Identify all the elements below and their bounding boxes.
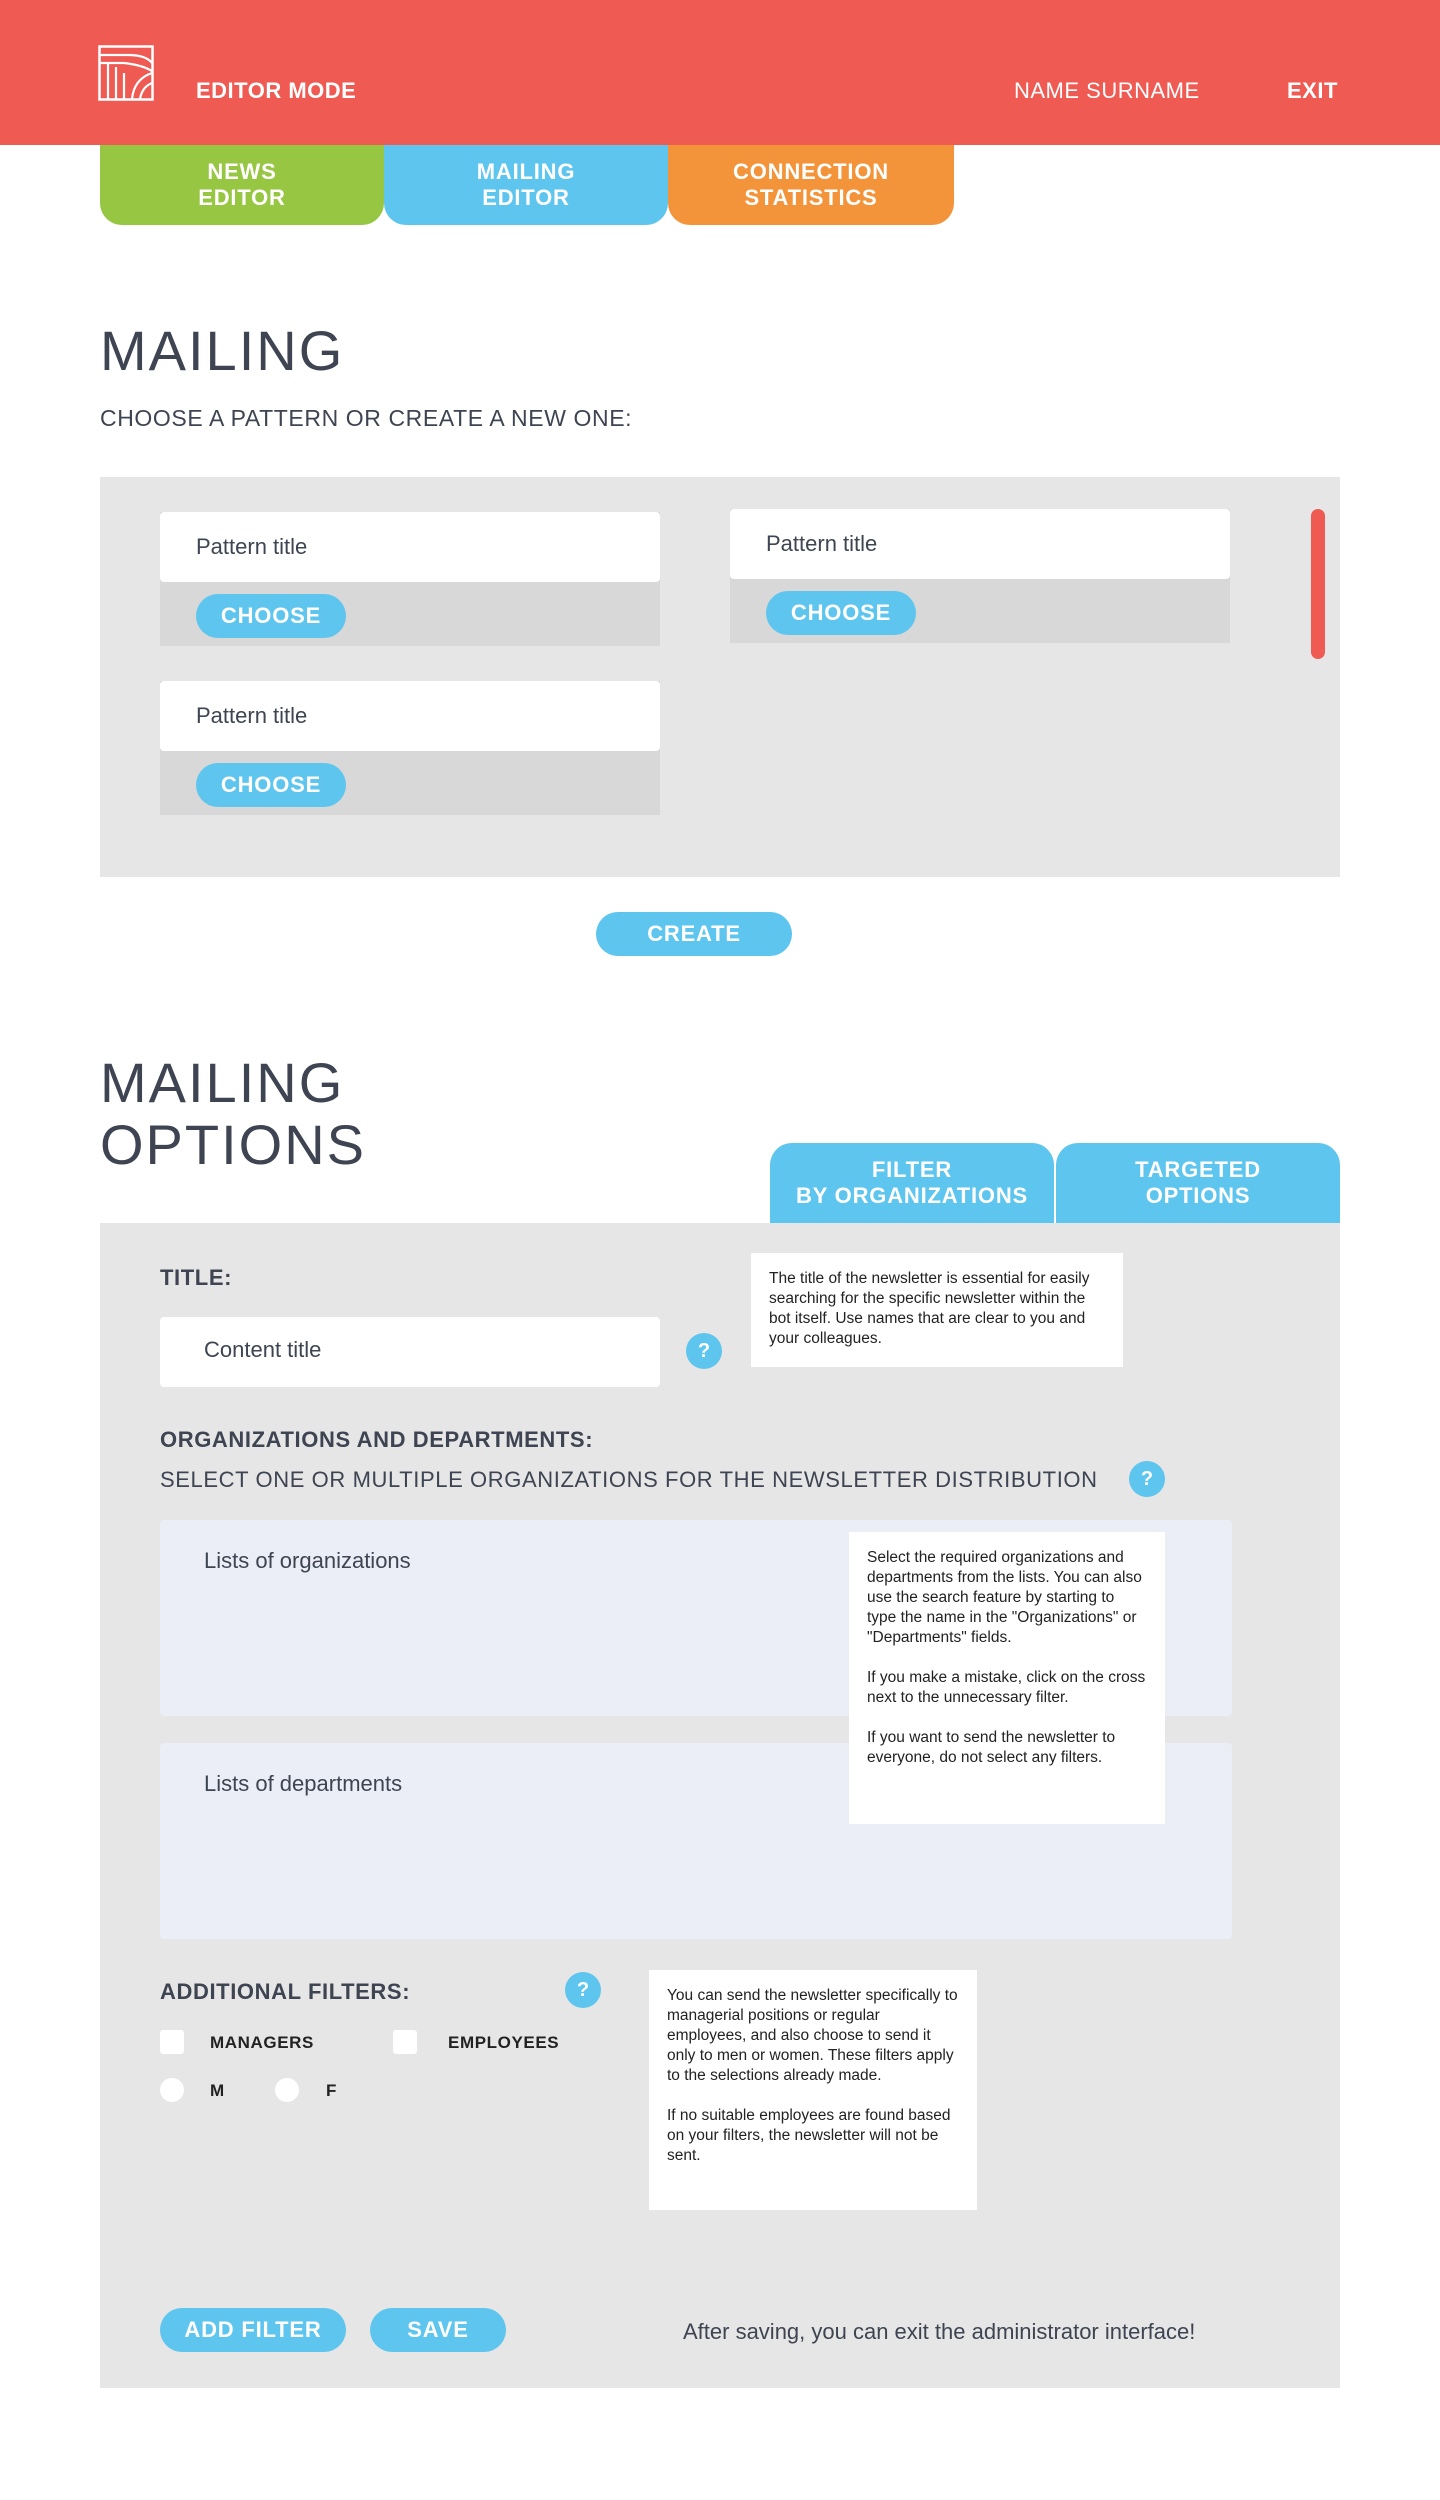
user-name[interactable]: NAME SURNAME xyxy=(1014,78,1200,104)
organizations-tooltip: Select the required organizations and de… xyxy=(849,1532,1165,1824)
tooltip-paragraph: If you make a mistake, click on the cros… xyxy=(867,1669,1146,1706)
pattern-title: Pattern title xyxy=(160,512,660,582)
tooltip-paragraph: If you want to send the newsletter to ev… xyxy=(867,1729,1116,1766)
content-title-field[interactable]: Content title xyxy=(160,1317,660,1387)
scrollbar[interactable] xyxy=(1311,509,1325,659)
add-filter-button[interactable]: ADD FILTER xyxy=(160,2308,346,2352)
male-radio[interactable] xyxy=(160,2078,184,2102)
tab-filter-by-organizations[interactable]: FILTER BY ORGANIZATIONS xyxy=(770,1143,1054,1223)
tab-label: MAILING xyxy=(476,159,576,184)
tooltip-paragraph: You can send the newsletter specifically… xyxy=(667,1987,958,2084)
tab-label: EDITOR xyxy=(198,185,286,210)
options-title-line: MAILING xyxy=(100,1051,345,1114)
choose-button[interactable]: CHOOSE xyxy=(766,591,916,635)
additional-filters-label: ADDITIONAL FILTERS: xyxy=(160,1979,411,2004)
tooltip-paragraph: Select the required organizations and de… xyxy=(867,1549,1142,1646)
title-tooltip: The title of the newsletter is essential… xyxy=(751,1253,1123,1367)
pattern-card: Pattern title CHOOSE xyxy=(160,681,660,815)
tab-label: STATISTICS xyxy=(744,185,878,210)
pattern-card: Pattern title CHOOSE xyxy=(730,509,1230,643)
tab-news-editor[interactable]: NEWS EDITOR xyxy=(100,145,384,225)
employees-checkbox[interactable] xyxy=(393,2030,417,2054)
organizations-subtitle: SELECT ONE OR MULTIPLE ORGANIZATIONS FOR… xyxy=(160,1467,1098,1492)
tab-label: CONNECTION xyxy=(733,159,889,184)
tab-targeted-options[interactable]: TARGETED OPTIONS xyxy=(1056,1143,1340,1223)
options-title-line: OPTIONS xyxy=(100,1113,367,1176)
tab-label: EDITOR xyxy=(482,185,570,210)
options-title: MAILING OPTIONS xyxy=(100,1052,366,1176)
choose-button[interactable]: CHOOSE xyxy=(196,763,346,807)
options-panel: TITLE: Content title ? The title of the … xyxy=(100,1223,1340,2388)
tab-label: OPTIONS xyxy=(1145,1183,1251,1208)
filters-tooltip: You can send the newsletter specifically… xyxy=(649,1970,977,2210)
pattern-title: Pattern title xyxy=(160,681,660,751)
male-label: M xyxy=(210,2081,225,2100)
mailing-subtitle: CHOOSE A PATTERN OR CREATE A NEW ONE: xyxy=(100,405,633,431)
tab-label: BY ORGANIZATIONS xyxy=(796,1183,1028,1208)
title-label: TITLE: xyxy=(160,1265,233,1290)
managers-checkbox[interactable] xyxy=(160,2030,184,2054)
tab-label: NEWS xyxy=(207,159,277,184)
tab-connection-statistics[interactable]: CONNECTION STATISTICS xyxy=(668,145,954,225)
managers-label: MANAGERS xyxy=(210,2033,314,2052)
logo-icon[interactable] xyxy=(98,45,154,101)
choose-button[interactable]: CHOOSE xyxy=(196,594,346,638)
female-label: F xyxy=(326,2081,337,2100)
save-note: After saving, you can exit the administr… xyxy=(683,2319,1196,2344)
organizations-label: ORGANIZATIONS AND DEPARTMENTS: xyxy=(160,1427,594,1452)
tab-label: FILTER xyxy=(871,1157,953,1182)
pattern-card: Pattern title CHOOSE xyxy=(160,512,660,646)
help-icon[interactable]: ? xyxy=(686,1333,722,1369)
employees-label: EMPLOYEES xyxy=(448,2033,560,2052)
help-icon[interactable]: ? xyxy=(565,1972,601,2008)
tab-mailing-editor[interactable]: MAILING EDITOR xyxy=(384,145,668,225)
tab-label: TARGETED xyxy=(1135,1157,1261,1182)
editor-mode-label: EDITOR MODE xyxy=(196,78,357,103)
female-radio[interactable] xyxy=(275,2078,299,2102)
help-icon[interactable]: ? xyxy=(1129,1461,1165,1497)
header-bar: EDITOR MODE NAME SURNAME EXIT xyxy=(0,0,1440,145)
create-button[interactable]: CREATE xyxy=(596,912,792,956)
pattern-panel: Pattern title CHOOSE Pattern title CHOOS… xyxy=(100,477,1340,877)
save-button[interactable]: SAVE xyxy=(370,2308,506,2352)
exit-button[interactable]: EXIT xyxy=(1287,78,1338,104)
tooltip-paragraph: If no suitable employees are found based… xyxy=(667,2107,951,2164)
page-title: MAILING xyxy=(100,319,345,382)
pattern-title: Pattern title xyxy=(730,509,1230,579)
